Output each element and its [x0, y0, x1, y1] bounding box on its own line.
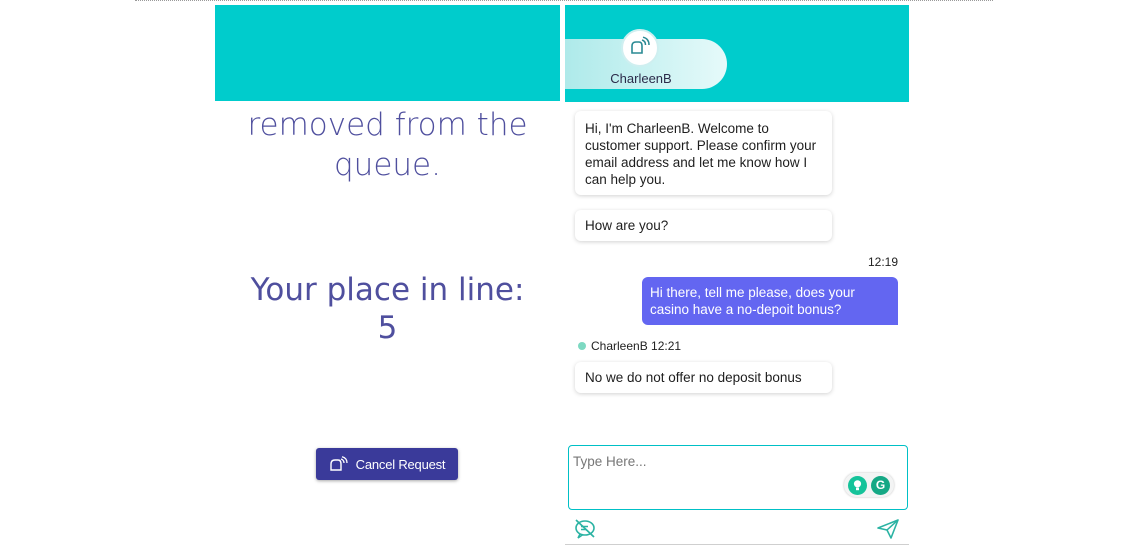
user-message: Hi there, tell me please, does your casi… — [642, 277, 898, 325]
cancel-request-button[interactable]: Cancel Request — [316, 448, 458, 480]
agent-message: Hi, I'm CharleenB. Welcome to customer s… — [575, 111, 832, 195]
online-status-dot — [578, 342, 586, 350]
message-input-box: G — [568, 445, 908, 510]
idea-bulb-icon[interactable] — [848, 475, 867, 495]
queue-message: removed from the queue. — [215, 105, 560, 185]
agent-name: CharleenB — [610, 71, 672, 86]
message-input[interactable] — [569, 446, 839, 476]
chat-footer-divider — [565, 544, 909, 545]
queue-panel: removed from the queue. Your place in li… — [215, 5, 560, 550]
top-divider — [135, 0, 993, 1]
grammarly-icon[interactable]: G — [871, 475, 890, 495]
chat-logo-icon — [629, 35, 651, 61]
agent-message-meta: CharleenB 12:21 — [578, 339, 681, 353]
chat-panel: CharleenB Hi, I'm CharleenB. Welcome to … — [565, 5, 909, 550]
message-timestamp: 12:19 — [867, 255, 898, 269]
queue-message-line-2: queue. — [334, 147, 441, 183]
queue-message-line-1: removed from the — [247, 107, 528, 143]
place-in-line-value: 5 — [377, 310, 398, 346]
agent-avatar — [621, 29, 659, 67]
cancel-request-label: Cancel Request — [355, 456, 446, 472]
agent-message: No we do not offer no deposit bonus — [575, 362, 832, 393]
send-icon[interactable] — [876, 518, 900, 545]
place-in-line-label: Your place in line: — [250, 272, 525, 308]
agent-message: How are you? — [575, 210, 832, 241]
queue-header — [215, 5, 560, 101]
agent-meta-text: CharleenB 12:21 — [591, 339, 682, 353]
chat-logo-icon — [329, 456, 349, 472]
emoji-disabled-icon[interactable] — [573, 518, 597, 545]
grammarly-widget[interactable]: G — [844, 473, 894, 497]
chat-header: CharleenB — [565, 5, 909, 102]
